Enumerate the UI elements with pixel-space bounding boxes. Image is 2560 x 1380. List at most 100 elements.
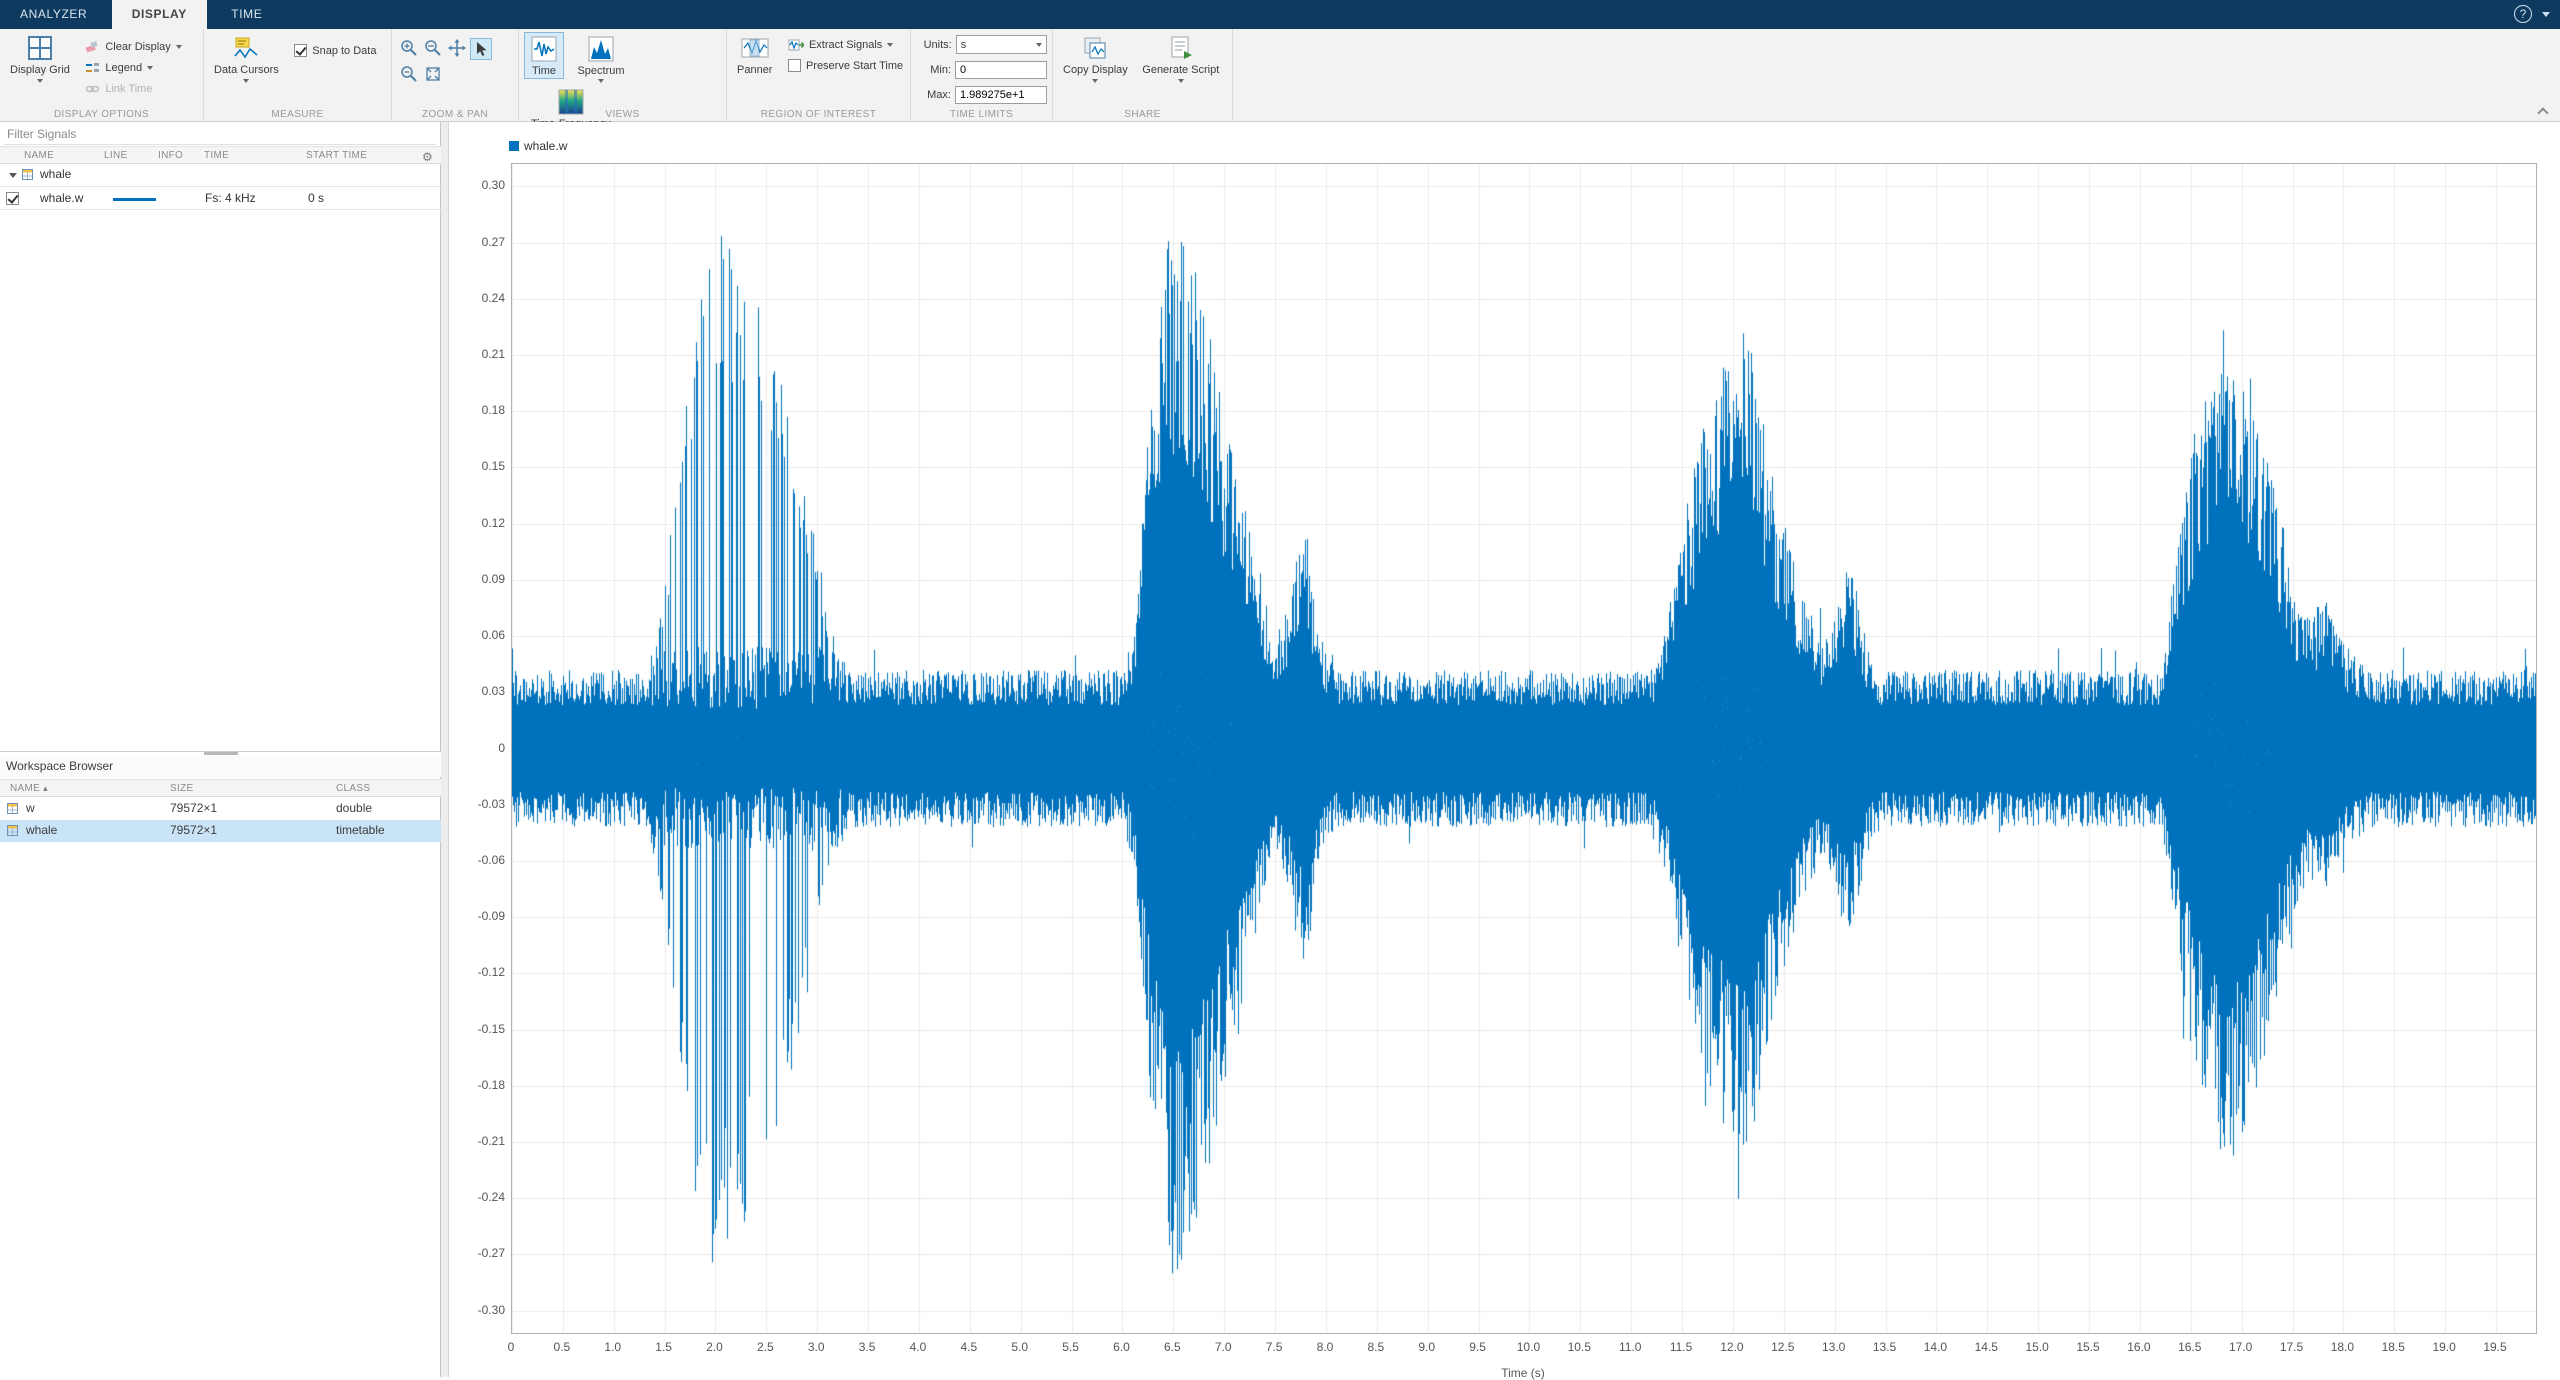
waveform-plot[interactable] <box>512 164 2536 1333</box>
min-input[interactable] <box>955 61 1047 79</box>
chevron-down-icon <box>243 79 249 83</box>
y-tick-label: -0.30 <box>463 1303 505 1317</box>
col-name[interactable]: NAME <box>10 783 48 794</box>
col-info: INFO <box>158 150 183 161</box>
x-tick-label: 7.5 <box>1266 1340 1283 1354</box>
section-region-of-interest: Panner Extract Signals Preserve Start Ti… <box>727 29 911 121</box>
signal-visible-checkbox[interactable] <box>6 192 19 205</box>
max-input[interactable] <box>955 86 1047 104</box>
x-tick-label: 8.0 <box>1317 1340 1334 1354</box>
y-tick-label: -0.15 <box>463 1022 505 1036</box>
clear-display-button[interactable]: Clear Display <box>85 36 181 57</box>
zoom-in-button[interactable] <box>398 37 420 59</box>
generate-script-label: Generate Script <box>1142 64 1219 76</box>
signal-name: whale.w <box>40 191 83 205</box>
variable-icon <box>7 825 18 836</box>
spectrum-view-button[interactable]: Spectrum <box>570 32 631 85</box>
extract-signals-label: Extract Signals <box>809 39 882 51</box>
units-select[interactable]: s <box>956 35 1047 54</box>
y-tick-label: 0.09 <box>463 572 505 586</box>
group-name: whale <box>40 167 71 181</box>
spectrum-view-label: Spectrum <box>577 65 624 77</box>
pan-button[interactable] <box>446 37 468 59</box>
variable-size: 79572×1 <box>170 801 217 815</box>
chevron-down-icon <box>176 45 182 49</box>
x-tick-label: 10.0 <box>1517 1340 1540 1354</box>
help-icon[interactable]: ? <box>2514 5 2532 23</box>
eraser-icon <box>85 40 100 54</box>
display-grid-button[interactable]: Display Grid <box>5 32 75 84</box>
chevron-down-icon <box>147 66 153 70</box>
chevron-down-icon <box>1092 79 1098 83</box>
workspace-browser-title: Workspace Browser <box>0 756 441 777</box>
zoom-x-button[interactable] <box>422 37 444 59</box>
section-label: ZOOM & PAN <box>392 109 518 120</box>
generate-script-button[interactable]: Generate Script <box>1137 32 1224 84</box>
spectrum-view-icon <box>588 36 614 62</box>
zoom-out-button[interactable] <box>398 63 420 85</box>
section-time-limits: Units: s Min: Max: TIME LIMITS <box>911 29 1053 121</box>
data-cursors-icon <box>233 35 259 61</box>
x-tick-label: 19.5 <box>2483 1340 2506 1354</box>
y-tick-label: 0.03 <box>463 684 505 698</box>
col-size[interactable]: SIZE <box>170 783 193 794</box>
legend-button[interactable]: Legend <box>85 57 181 78</box>
zoom-out-icon <box>400 65 418 83</box>
variable-class: double <box>336 801 372 815</box>
x-tick-label: 8.5 <box>1367 1340 1384 1354</box>
filter-signals-input[interactable] <box>4 124 436 145</box>
tab-display[interactable]: DISPLAY <box>112 0 207 29</box>
section-measure: Data Cursors Snap to Data MEASURE <box>204 29 392 121</box>
section-label: DISPLAY OPTIONS <box>0 109 203 120</box>
x-tick-label: 5.5 <box>1062 1340 1079 1354</box>
time-view-button[interactable]: Time <box>524 32 564 79</box>
signal-group-row[interactable]: whale <box>0 164 441 186</box>
workspace-row[interactable]: whale79572×1timetable <box>0 820 441 842</box>
tab-time[interactable]: TIME <box>211 0 282 29</box>
x-tick-label: 5.0 <box>1011 1340 1028 1354</box>
time-view-icon <box>531 36 557 62</box>
x-tick-label: 11.5 <box>1670 1340 1692 1354</box>
x-tick-label: 16.0 <box>2127 1340 2150 1354</box>
legend-swatch <box>509 141 519 151</box>
line-style-sample[interactable] <box>113 198 156 201</box>
y-tick-label: -0.21 <box>463 1134 505 1148</box>
section-display-options: Display Grid Clear Display Legend <box>0 29 204 121</box>
data-cursors-button[interactable]: Data Cursors <box>209 32 284 84</box>
tab-analyzer[interactable]: ANALYZER <box>0 0 107 29</box>
zoom-in-icon <box>400 39 418 57</box>
x-tick-label: 2.0 <box>706 1340 723 1354</box>
gear-icon[interactable]: ⚙ <box>422 150 433 164</box>
copy-display-icon <box>1082 35 1108 61</box>
workspace-row[interactable]: w 79572×1 double <box>0 798 441 820</box>
sidebar-splitter[interactable] <box>441 122 449 1377</box>
collapse-icon[interactable] <box>9 173 17 178</box>
collapse-ribbon-button[interactable] <box>2536 107 2550 117</box>
variable-name: whale <box>26 823 57 837</box>
col-class[interactable]: CLASS <box>336 783 370 794</box>
y-tick-label: 0.21 <box>463 347 505 361</box>
units-value: s <box>961 39 967 51</box>
clear-display-label: Clear Display <box>105 41 170 53</box>
x-tick-label: 12.5 <box>1771 1340 1794 1354</box>
preserve-start-time-checkbox[interactable]: Preserve Start Time <box>788 55 903 76</box>
chevron-down-icon[interactable] <box>2542 12 2550 17</box>
extract-signals-button[interactable]: Extract Signals <box>788 34 903 55</box>
snap-to-data-checkbox[interactable]: Snap to Data <box>294 40 376 61</box>
y-tick-label: -0.27 <box>463 1246 505 1260</box>
col-name: NAME <box>24 150 54 161</box>
x-tick-label: 14.0 <box>1924 1340 1947 1354</box>
panner-button[interactable]: Panner <box>732 32 777 77</box>
timetable-icon <box>22 169 33 180</box>
x-tick-label: 3.5 <box>859 1340 876 1354</box>
plot-legend[interactable]: whale.w <box>509 139 567 153</box>
pointer-button[interactable] <box>470 38 492 60</box>
variable-name: w <box>26 801 35 815</box>
signal-row[interactable]: whale.wFs: 4 kHz0 s <box>0 186 441 210</box>
chevron-down-icon <box>1036 43 1042 47</box>
y-tick-label: 0.15 <box>463 459 505 473</box>
legend-icon <box>85 61 100 75</box>
fit-view-button[interactable] <box>422 63 444 85</box>
copy-display-button[interactable]: Copy Display <box>1058 32 1133 84</box>
chevron-down-icon <box>598 79 604 83</box>
